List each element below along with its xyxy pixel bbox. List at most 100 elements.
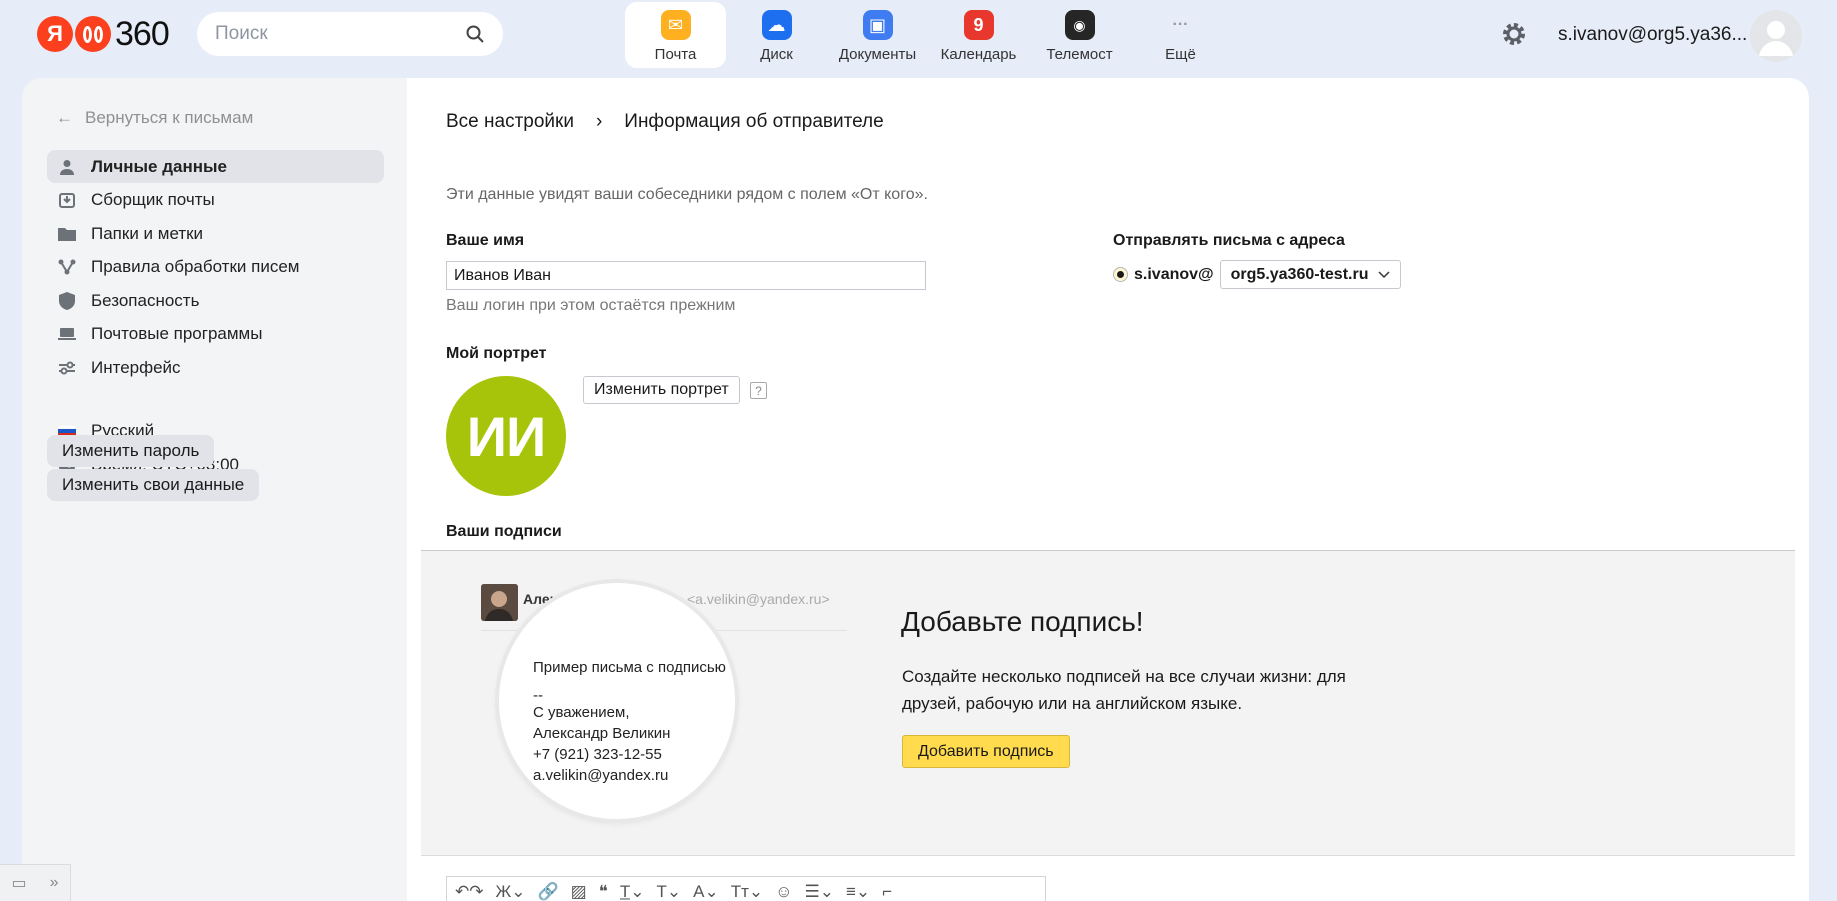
- app-disk[interactable]: ☁ Диск: [726, 2, 827, 68]
- app-label: Календарь: [940, 46, 1017, 63]
- search-input[interactable]: Поиск: [197, 12, 503, 56]
- sliders-icon: [57, 358, 77, 378]
- settings-gear-icon[interactable]: [1500, 20, 1528, 48]
- page-scrollbar[interactable]: [1809, 78, 1821, 901]
- folder-icon: [57, 224, 77, 244]
- signature-example-illustration: Александр Великин <a.velikin@yandex.ru> …: [471, 567, 847, 819]
- link-icon[interactable]: 🔗: [537, 882, 558, 901]
- sidebar-item-interface[interactable]: Интерфейс: [47, 351, 384, 384]
- list-icon[interactable]: ☰⌄: [805, 882, 834, 901]
- bottom-left-widget[interactable]: ▭ »: [0, 864, 71, 901]
- app-label: Диск: [760, 46, 793, 63]
- domain-value: org5.ya360-test.ru: [1230, 265, 1369, 283]
- signature-editor-toolbar: ↶↷ Ж⌄ 🔗 ▨ ❝ T̲⌄ T⌄ A⌄ Tт⌄ ☺ ☰⌄ ≡⌄ ⌐: [446, 876, 1046, 901]
- yandex-360-logo[interactable]: Я 360: [37, 14, 170, 54]
- layout-icon[interactable]: ▭: [11, 873, 26, 893]
- sidebar-item-folders[interactable]: Папки и метки: [47, 217, 384, 250]
- magnifier-lens: Пример письма с подписью -- С уважением,…: [499, 583, 735, 819]
- breadcrumb-separator: ›: [595, 111, 603, 132]
- example-avatar: [481, 584, 518, 621]
- app-documents[interactable]: ▣ Документы: [827, 2, 928, 68]
- sidebar-item-label: Безопасность: [91, 290, 200, 310]
- app-label: Телемост: [1046, 46, 1113, 63]
- example-line: a.velikin@yandex.ru: [533, 767, 669, 784]
- font-size-icon[interactable]: Tт⌄: [731, 882, 763, 901]
- signatures-label: Ваши подписи: [446, 523, 562, 540]
- page-title: Информация об отправителе: [624, 111, 884, 132]
- documents-app-icon: ▣: [862, 10, 893, 40]
- settings-nav: Личные данные Сборщик почты Папки и метк…: [47, 150, 384, 385]
- name-field-hint: Ваш логин при этом остаётся прежним: [446, 297, 736, 314]
- add-signature-button[interactable]: Добавить подпись: [902, 735, 1070, 768]
- align-icon[interactable]: ≡⌄: [846, 882, 870, 901]
- portrait-avatar: ИИ: [446, 376, 566, 496]
- undo-redo-icon[interactable]: ↶↷: [455, 882, 484, 901]
- logo-number: 360: [115, 14, 170, 53]
- sidebar-item-label: Интерфейс: [91, 357, 181, 377]
- help-icon[interactable]: ?: [750, 382, 767, 399]
- app-label: Ещё: [1165, 46, 1196, 63]
- example-line: --: [533, 687, 543, 704]
- search-icon[interactable]: [465, 24, 485, 44]
- change-password-button[interactable]: Изменить пароль: [47, 435, 215, 467]
- image-icon[interactable]: ▨: [571, 882, 587, 901]
- sidebar-item-mail-clients[interactable]: Почтовые программы: [47, 318, 384, 351]
- clear-format-icon[interactable]: ⌐: [882, 882, 892, 901]
- back-to-mail-link[interactable]: ← Вернуться к письмам: [56, 108, 253, 128]
- text-background-icon[interactable]: T⌄: [656, 882, 681, 901]
- app-telemost[interactable]: ◉ Телемост: [1029, 2, 1130, 68]
- bold-icon[interactable]: Ж⌄: [496, 882, 526, 901]
- search-placeholder: Поиск: [215, 23, 268, 44]
- app-mail[interactable]: ✉ Почта: [625, 2, 726, 68]
- expand-chevrons-icon[interactable]: »: [50, 874, 59, 892]
- app-label: Почта: [654, 46, 697, 63]
- name-field[interactable]: Иванов Иван: [446, 261, 926, 290]
- change-portrait-button[interactable]: Изменить портрет: [583, 376, 740, 404]
- logo-rings-icon: [75, 16, 111, 52]
- user-avatar[interactable]: [1750, 10, 1802, 62]
- emoji-icon[interactable]: ☺: [775, 882, 792, 901]
- example-line: Пример письма с подписью: [533, 659, 726, 676]
- domain-select[interactable]: org5.ya360-test.ru: [1219, 260, 1402, 289]
- disk-app-icon: ☁: [761, 10, 792, 40]
- from-address-row: s.ivanov@ org5.ya360-test.ru: [1113, 260, 1402, 289]
- chevron-down-icon: [1378, 270, 1391, 278]
- inbox-download-icon: [57, 190, 77, 210]
- more-dots-icon: ···: [1172, 16, 1189, 33]
- sidebar-item-label: Личные данные: [91, 156, 227, 176]
- back-label: Вернуться к письмам: [85, 108, 254, 127]
- settings-sidebar: ← Вернуться к письмам Личные данные Сбор…: [22, 78, 407, 901]
- arrow-left-icon: ←: [56, 108, 73, 127]
- app-more[interactable]: ··· Ещё: [1130, 2, 1231, 68]
- app-calendar[interactable]: 9 Календарь: [928, 2, 1029, 68]
- sidebar-item-rules[interactable]: Правила обработки писем: [47, 251, 384, 284]
- laptop-icon: [57, 324, 77, 344]
- text-style-icon[interactable]: T̲⌄: [620, 882, 645, 901]
- from-address-radio[interactable]: [1113, 267, 1128, 282]
- change-data-button[interactable]: Изменить свои данные: [47, 469, 260, 501]
- from-login: s.ivanov@: [1134, 265, 1214, 283]
- sidebar-item-mail-collector[interactable]: Сборщик почты: [47, 184, 384, 217]
- sidebar-item-label: Правила обработки писем: [91, 257, 300, 276]
- services-bar: ✉ Почта ☁ Диск ▣ Документы 9 Календарь ◉…: [625, 2, 1231, 68]
- person-icon: [57, 157, 77, 177]
- quote-icon[interactable]: ❝: [599, 882, 608, 901]
- from-address-label: Отправлять письма с адреса: [1113, 232, 1345, 249]
- top-bar: Я 360 Поиск ✉ Почта ☁ Диск ▣ Документы 9…: [0, 0, 1837, 78]
- sidebar-item-label: Почтовые программы: [91, 324, 263, 343]
- signature-promo-text: Создайте несколько подписей на все случа…: [902, 667, 1346, 713]
- sender-info-hint: Эти данные увидят ваши собеседники рядом…: [446, 186, 928, 203]
- telemost-app-icon: ◉: [1064, 10, 1095, 40]
- settings-content: Все настройки › Информация об отправител…: [407, 78, 1809, 901]
- breadcrumb-all-settings[interactable]: Все настройки: [446, 111, 574, 133]
- sidebar-item-personal-data[interactable]: Личные данные: [47, 150, 384, 183]
- sidebar-item-security[interactable]: Безопасность: [47, 284, 384, 317]
- example-line: Александр Великин: [533, 725, 671, 742]
- example-line: +7 (921) 323-12-55: [533, 746, 662, 763]
- sidebar-item-label: Папки и метки: [91, 223, 204, 243]
- user-email[interactable]: s.ivanov@org5.ya36...: [1558, 24, 1747, 46]
- signature-promo-title: Добавьте подпись!: [901, 606, 1144, 637]
- portrait-label: Мой портрет: [446, 345, 547, 362]
- font-icon[interactable]: A⌄: [693, 882, 719, 901]
- mail-app-icon: ✉: [660, 10, 691, 40]
